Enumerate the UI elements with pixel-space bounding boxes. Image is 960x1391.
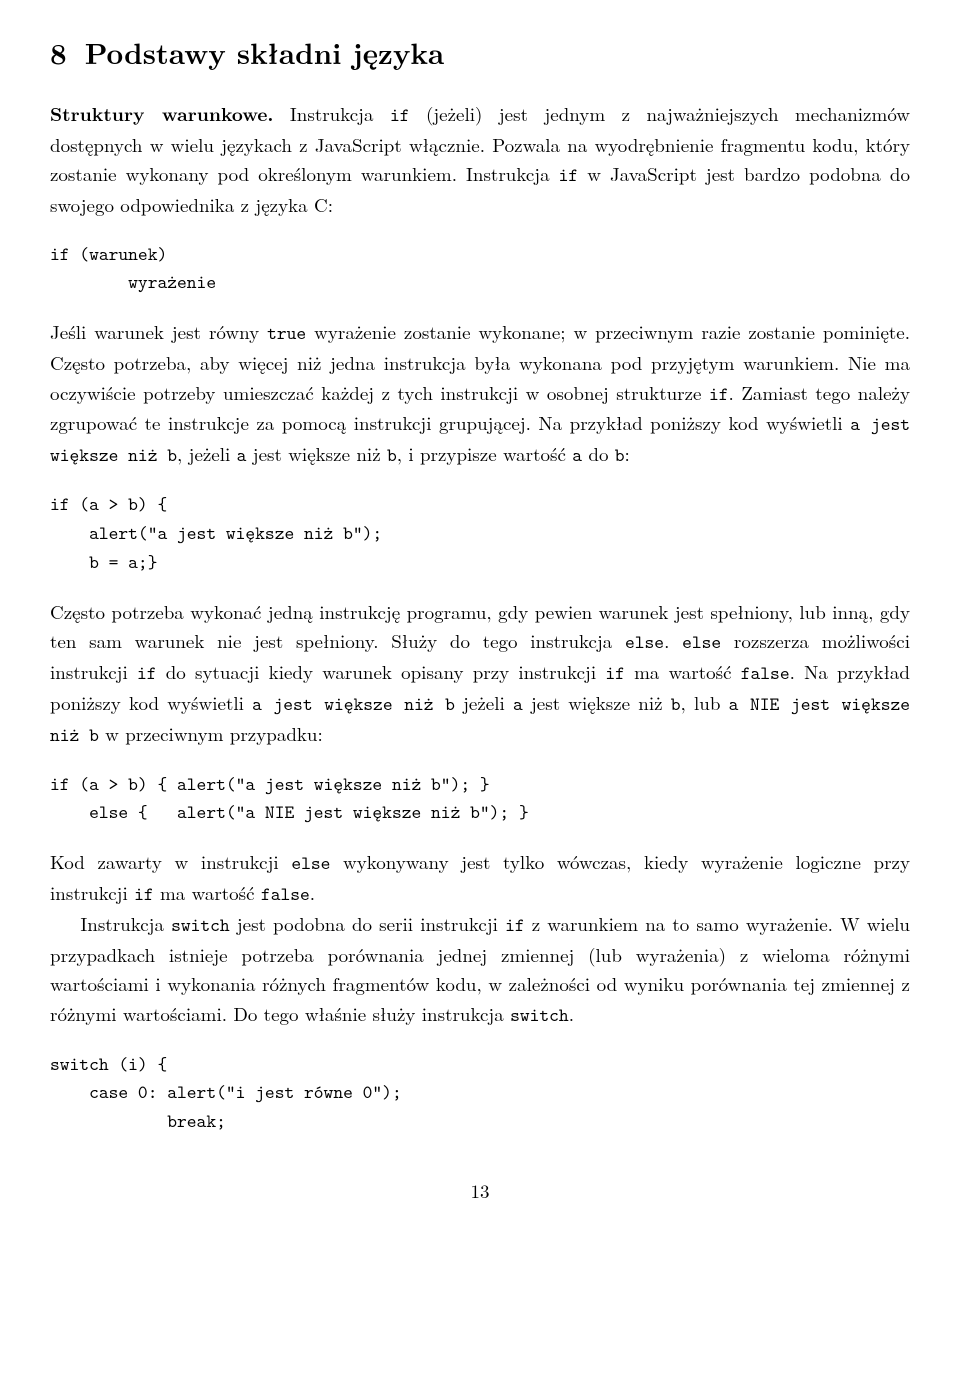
paragraph-5: Instrukcja switch jest podobna do serii … <box>50 909 910 1030</box>
section-number: 8 <box>50 31 67 73</box>
code-inline-if: if <box>559 162 579 187</box>
section-heading: 8 Podstawy składni języka <box>50 30 910 75</box>
code-inline-msg: a jest większe niż b <box>252 691 455 716</box>
code-inline-switch: switch <box>171 912 230 937</box>
code-inline-a: a <box>572 442 582 467</box>
page-number: 13 <box>50 1176 910 1205</box>
code-inline-if: if <box>505 912 525 937</box>
paragraph-1: Struktury warunkowe. Instrukcja if (jeże… <box>50 99 910 220</box>
code-inline-if: if <box>134 881 154 906</box>
code-inline-if: if <box>605 660 625 685</box>
paragraph-4: Kod zawarty w instrukcji else wykonywany… <box>50 847 910 909</box>
para1-lead: Struktury warunkowe. <box>50 99 273 127</box>
section-title: Podstawy składni języka <box>85 31 445 73</box>
code-block-2: if (a > b) { alert("a jest większe niż b… <box>50 490 910 577</box>
code-inline-false: false <box>261 881 310 906</box>
code-inline-if: if <box>390 102 410 127</box>
code-inline-switch: switch <box>510 1002 569 1027</box>
code-inline-a: a <box>513 691 523 716</box>
code-inline-if: if <box>137 660 157 685</box>
code-inline-else: else <box>291 850 330 875</box>
paragraph-2: Jeśli warunek jest równy true wyrażenie … <box>50 317 910 470</box>
code-inline-a: a <box>237 442 247 467</box>
code-block-3: if (a > b) { alert("a jest większe niż b… <box>50 770 910 828</box>
code-inline-true: true <box>267 320 306 345</box>
code-inline-false: false <box>741 660 790 685</box>
code-inline-b: b <box>671 691 681 716</box>
code-inline-else: else <box>682 629 721 654</box>
code-inline-b: b <box>615 442 625 467</box>
code-block-4: switch (i) { case 0: alert("i jest równe… <box>50 1050 910 1137</box>
code-inline-if: if <box>709 381 729 406</box>
code-inline-else: else <box>625 629 664 654</box>
code-block-1: if (warunek) wyrażenie <box>50 240 910 298</box>
paragraph-3: Często potrzeba wykonać jedną instrukcję… <box>50 597 910 750</box>
code-inline-b: b <box>387 442 397 467</box>
